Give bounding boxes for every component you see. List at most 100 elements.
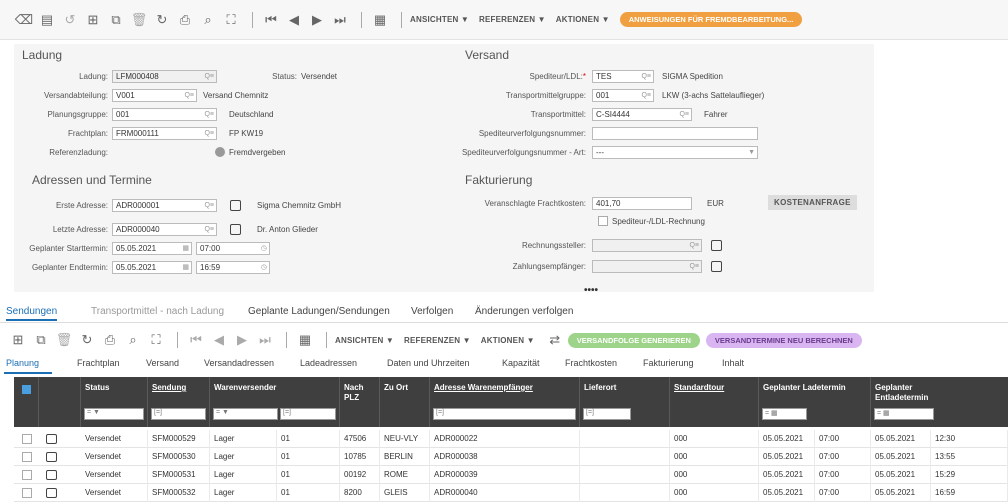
entladetermin-filter[interactable]: = ▦ xyxy=(874,408,934,420)
search-icon[interactable]: ⌕ xyxy=(123,330,143,350)
last-record-icon[interactable]: ⏭ xyxy=(255,330,275,350)
more-indicator[interactable]: •••• xyxy=(584,285,598,296)
zahlungsempfaenger-input[interactable]: Q≡ xyxy=(592,260,702,273)
save-icon[interactable]: ▤ xyxy=(37,10,57,30)
frachtplan-input[interactable]: FRM000111 Q≡ xyxy=(112,127,217,140)
new-icon[interactable]: ⊞ xyxy=(8,330,28,350)
calendar-icon[interactable]: ▦ xyxy=(182,243,189,254)
col-lieferort[interactable]: Lieferort [=] xyxy=(580,377,670,427)
col-entladetermin[interactable]: Geplanter Entladetermin = ▦ xyxy=(871,377,1008,427)
planungsgruppe-input[interactable]: 001 Q≡ xyxy=(112,108,217,121)
subtab-frachtkosten[interactable]: Frachtkosten xyxy=(565,358,617,368)
delete-icon[interactable]: 🗑 xyxy=(129,10,149,30)
grid-menu-aktionen[interactable]: AKTIONEN ▼ xyxy=(481,336,535,345)
lookup-icon[interactable]: Q≡ xyxy=(204,128,214,139)
col-ladetermin[interactable]: Geplanter Ladetermin = ▦ xyxy=(759,377,871,427)
address-card-icon[interactable] xyxy=(230,224,241,235)
col-zu-ort[interactable]: Zu Ort xyxy=(380,377,430,427)
grid-menu-ansichten[interactable]: ANSICHTEN ▼ xyxy=(335,336,394,345)
tmgruppe-input[interactable]: 001 Q≡ xyxy=(592,89,654,102)
kostenanfrage-button[interactable]: KOSTENANFRAGE xyxy=(768,195,857,210)
search-icon[interactable]: ⌕ xyxy=(198,10,218,30)
menu-aktionen[interactable]: AKTIONEN ▼ xyxy=(556,15,610,24)
tab-transportmittel[interactable]: Transportmittel - nach Ladung xyxy=(91,306,224,317)
col-status[interactable]: Status = ▼ xyxy=(81,377,148,427)
letzte-adresse-input[interactable]: ADR000040 Q≡ xyxy=(112,223,217,236)
lookup-icon[interactable]: Q≡ xyxy=(204,71,214,82)
table-row[interactable]: Versendet SFM000530 Lager 01 10785 BERLIN ADR0… xyxy=(14,448,1008,466)
undo-icon[interactable]: ↺ xyxy=(60,10,80,30)
grid-menu-referenzen[interactable]: REFERENZEN ▼ xyxy=(404,336,471,345)
next-record-icon[interactable]: ▶ xyxy=(307,10,327,30)
subtab-versandadressen[interactable]: Versandadressen xyxy=(204,358,274,368)
endtermin-date-input[interactable]: 05.05.2021 ▦ xyxy=(112,261,192,274)
subtab-planung[interactable]: Planung xyxy=(6,358,39,368)
col-warenversender[interactable]: Warenversender = ▼ [=] xyxy=(210,377,340,427)
sendung-filter[interactable]: [=] xyxy=(151,408,206,420)
address-card-icon[interactable] xyxy=(711,261,722,272)
calendar-icon[interactable]: ▦ xyxy=(295,330,315,350)
ladung-input[interactable]: LFM000408 Q≡ xyxy=(112,70,217,83)
warenversender-filter2[interactable]: [=] xyxy=(280,408,336,420)
refresh-icon[interactable]: ↻ xyxy=(77,330,97,350)
prev-record-icon[interactable]: ◀ xyxy=(209,330,229,350)
endtermin-time-input[interactable]: 16:59 ◷ xyxy=(196,261,270,274)
prev-record-icon[interactable]: ◀ xyxy=(284,10,304,30)
clock-icon[interactable]: ◷ xyxy=(261,243,267,254)
select-all-column[interactable] xyxy=(14,377,39,427)
menu-referenzen[interactable]: REFERENZEN ▼ xyxy=(479,15,546,24)
row-checkbox[interactable] xyxy=(22,452,32,462)
lookup-icon[interactable]: Q≡ xyxy=(641,71,651,82)
versandfolge-button[interactable]: VERSANDFOLGE GENERIEREN xyxy=(567,332,700,348)
new-icon[interactable]: ⊞ xyxy=(83,10,103,30)
col-sendung[interactable]: Sendung [=] xyxy=(148,377,210,427)
delete-icon[interactable]: 🗑 xyxy=(54,330,74,350)
lookup-icon[interactable]: Q≡ xyxy=(184,90,194,101)
open-record-icon[interactable] xyxy=(46,452,57,462)
address-card-icon[interactable] xyxy=(711,240,722,251)
binoculars-icon[interactable]: ⛶ xyxy=(146,330,166,350)
row-checkbox[interactable] xyxy=(22,470,32,480)
tab-aenderungen[interactable]: Änderungen verfolgen xyxy=(475,306,573,317)
spediteur-input[interactable]: TES Q≡ xyxy=(592,70,654,83)
open-record-icon[interactable] xyxy=(46,434,57,444)
select-all-icon[interactable] xyxy=(22,385,31,394)
table-row[interactable]: Versendet SFM000529 Lager 01 47506 NEU-VLY ADR… xyxy=(14,430,1008,448)
subtab-kapazitaet[interactable]: Kapazität xyxy=(502,358,540,368)
lookup-icon[interactable]: Q≡ xyxy=(204,224,214,235)
svnart-select[interactable]: --- ▼ xyxy=(592,146,758,159)
copy-icon[interactable]: ⧉ xyxy=(31,330,51,350)
adresse-filter[interactable]: [=] xyxy=(433,408,576,420)
col-nach-plz[interactable]: Nach PLZ xyxy=(340,377,380,427)
col-standardtour[interactable]: Standardtour xyxy=(670,377,759,427)
next-record-icon[interactable]: ▶ xyxy=(232,330,252,350)
calendar-icon[interactable]: ▦ xyxy=(370,10,390,30)
versandabteilung-input[interactable]: V001 Q≡ xyxy=(112,89,197,102)
rechnungssteller-input[interactable]: Q≡ xyxy=(592,239,702,252)
lookup-icon[interactable]: Q≡ xyxy=(641,90,651,101)
transportmittel-input[interactable]: C-SI4444 Q≡ xyxy=(592,108,692,121)
ladetermin-filter[interactable]: = ▦ xyxy=(762,408,807,420)
anweisungen-button[interactable]: ANWEISUNGEN FÜR FREMDBEARBEITUNG... xyxy=(619,12,803,27)
tab-sendungen[interactable]: Sendungen xyxy=(6,306,58,321)
lookup-icon[interactable]: Q≡ xyxy=(689,240,699,251)
first-record-icon[interactable]: ⏮ xyxy=(186,330,206,350)
frachtkosten-input[interactable]: 401,70 xyxy=(592,197,692,210)
clock-icon[interactable]: ◷ xyxy=(261,262,267,273)
lookup-icon[interactable]: Q≡ xyxy=(689,261,699,272)
subtab-fakturierung[interactable]: Fakturierung xyxy=(643,358,694,368)
starttermin-date-input[interactable]: 05.05.2021 ▦ xyxy=(112,242,192,255)
lieferort-filter[interactable]: [=] xyxy=(583,408,631,420)
subtab-inhalt[interactable]: Inhalt xyxy=(722,358,744,368)
subtab-frachtplan[interactable]: Frachtplan xyxy=(77,358,120,368)
table-row[interactable]: Versendet SFM000532 Lager 01 8200 GLEIS ADR000… xyxy=(14,484,1008,502)
row-checkbox[interactable] xyxy=(22,434,32,444)
lookup-icon[interactable]: Q≡ xyxy=(204,200,214,211)
lookup-icon[interactable]: Q≡ xyxy=(204,109,214,120)
svn-input[interactable] xyxy=(592,127,758,140)
status-filter[interactable]: = ▼ xyxy=(84,408,144,420)
tab-verfolgen[interactable]: Verfolgen xyxy=(411,306,453,317)
warenversender-filter[interactable]: = ▼ xyxy=(213,408,278,420)
row-checkbox[interactable] xyxy=(22,488,32,498)
lookup-icon[interactable]: Q≡ xyxy=(679,109,689,120)
